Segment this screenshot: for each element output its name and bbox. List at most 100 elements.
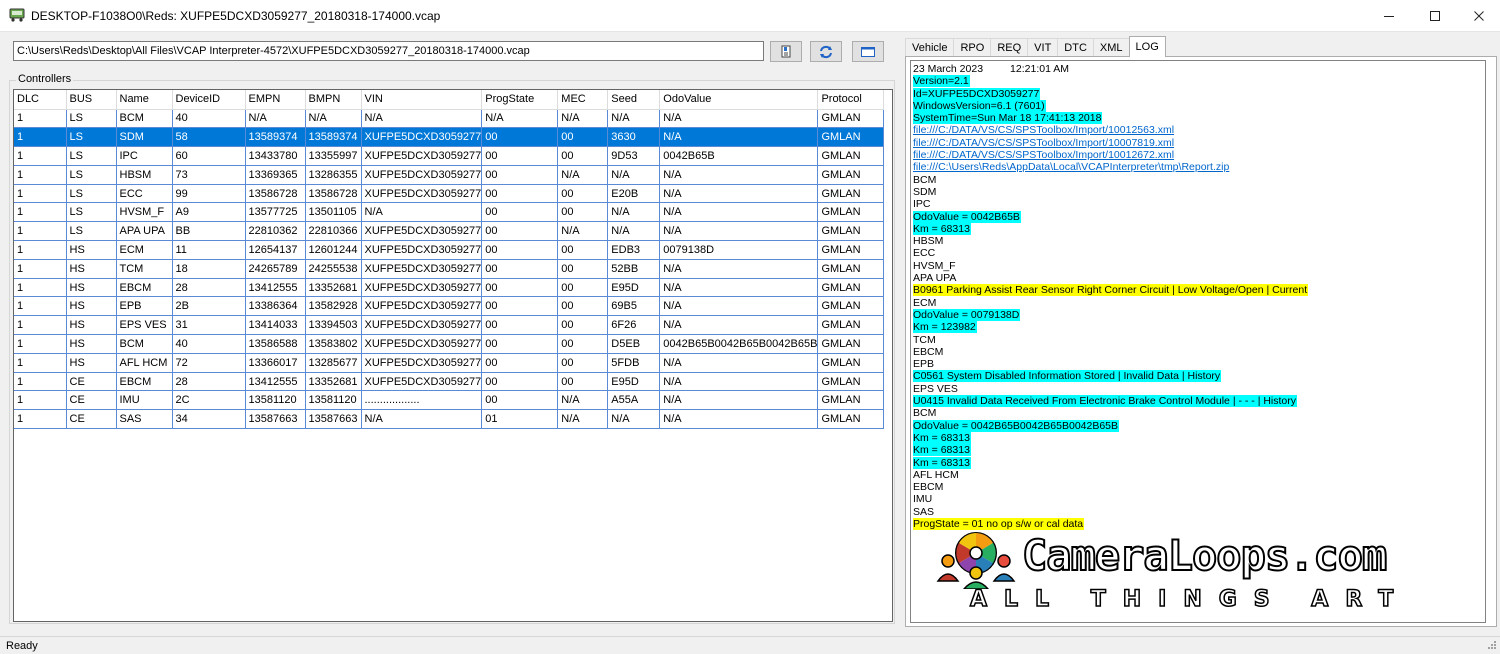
log-line[interactable]: file:///C:/DATA/VS/CS/SPSToolbox/Import/… — [913, 137, 1485, 149]
column-header-vin[interactable]: VIN — [361, 90, 483, 110]
log-line-text: BCM — [913, 407, 937, 420]
table-cell: 58 — [172, 127, 246, 148]
log-line[interactable]: file:///C:\Users\Reds\AppData\Local\VCAP… — [913, 161, 1485, 173]
table-cell: HS — [66, 240, 117, 260]
table-row[interactable]: 1 CE SAS 34 13587663 13587663 N/A 01 N/A N/A N/A GM… — [14, 409, 885, 430]
table-row[interactable]: 1 HS EBCM 28 13412555 13352681 XUFPE5DCXD30592… — [14, 278, 885, 298]
maximize-button[interactable] — [1412, 0, 1458, 32]
minimize-button[interactable] — [1366, 0, 1412, 32]
table-cell: N/A — [361, 409, 483, 430]
table-row[interactable]: 1 LS IPC 60 13433780 13355997 XUFPE5DCXD305927… — [14, 146, 885, 166]
table-cell: CE — [66, 409, 117, 430]
table-cell: HS — [66, 334, 117, 354]
close-button[interactable] — [1456, 0, 1500, 32]
table-cell: XUFPE5DCXD3059277 — [361, 146, 483, 166]
window-title: DESKTOP-F1038O0\Reds: XUFPE5DCXD3059277_… — [31, 9, 441, 23]
tab-req[interactable]: REQ — [990, 38, 1029, 57]
tab-rpo[interactable]: RPO — [953, 38, 992, 57]
column-header-bus[interactable]: BUS — [66, 90, 117, 110]
column-header-name[interactable]: Name — [116, 90, 173, 110]
table-cell: 13352681 — [305, 278, 362, 298]
table-cell: A55A — [607, 390, 661, 411]
log-line: HBSM — [913, 235, 1485, 247]
log-line[interactable]: file:///C:/DATA/VS/CS/SPSToolbox/Import/… — [913, 149, 1485, 161]
title-bar: DESKTOP-F1038O0\Reds: XUFPE5DCXD3059277_… — [0, 0, 1500, 32]
log-line[interactable]: file:///C:/DATA/VS/CS/SPSToolbox/Import/… — [913, 124, 1485, 136]
log-line-text: HBSM — [913, 235, 944, 248]
table-row[interactable]: 1 CE EBCM 28 13412555 13352681 XUFPE5DCXD30592… — [14, 372, 885, 392]
table-cell: N/A — [659, 184, 819, 204]
log-line-text: ECC — [913, 247, 936, 260]
open-file-button[interactable] — [770, 41, 802, 62]
table-row[interactable]: 1 HS TCM 18 24265789 24255538 XUFPE5DCXD305927… — [14, 259, 885, 279]
panel-icon — [861, 46, 875, 57]
column-header-progstate[interactable]: ProgState — [481, 90, 559, 110]
table-cell: 13286355 — [305, 165, 362, 185]
table-cell: N/A — [361, 109, 483, 129]
log-line: U0415 Invalid Data Received From Electro… — [913, 395, 1485, 408]
tab-log[interactable]: LOG — [1128, 36, 1166, 57]
column-header-seed[interactable]: Seed — [607, 90, 661, 110]
resize-grip-icon[interactable] — [1485, 640, 1497, 652]
table-cell: N/A — [659, 278, 819, 298]
table-cell: 1 — [14, 221, 67, 242]
column-header-empn[interactable]: EMPN — [245, 90, 306, 110]
table-cell: GMLAN — [817, 390, 885, 411]
table-cell: 9D53 — [607, 146, 661, 166]
column-header-bmpn[interactable]: BMPN — [305, 90, 362, 110]
tab-dtc[interactable]: DTC — [1057, 38, 1094, 57]
table-row[interactable]: 1 HS EPS VES 31 13414033 13394503 XUFPE5DCXD30… — [14, 315, 885, 336]
table-cell: BB — [172, 221, 246, 242]
table-row[interactable]: 1 HS BCM 40 13586588 13583802 XUFPE5DCXD305927… — [14, 334, 885, 354]
table-header-row: DLC BUS Name DeviceID EMPN BMPN VIN ProgState ME… — [14, 90, 885, 110]
column-header-mec[interactable]: MEC — [557, 90, 609, 110]
tab-vit[interactable]: VIT — [1027, 38, 1059, 57]
column-header-protocol[interactable]: Protocol — [817, 90, 885, 110]
log-line-text: HVSM_F — [913, 259, 956, 272]
controllers-grid[interactable]: DLC BUS Name DeviceID EMPN BMPN VIN ProgState ME… — [13, 89, 893, 622]
table-row[interactable]: 1 LS HBSM 73 13369365 13286355 XUFPE5DCXD30592… — [14, 165, 885, 185]
table-cell: N/A — [557, 109, 609, 129]
refresh-button[interactable] — [810, 41, 842, 62]
table-cell: N/A — [659, 372, 819, 392]
table-cell: N/A — [659, 390, 819, 411]
log-line: Km = 123982 — [913, 321, 1485, 334]
table-cell: 00 — [557, 278, 609, 298]
table-cell: 00 — [557, 296, 609, 317]
table-row[interactable]: 1 HS ECM 11 12654137 12601244 XUFPE5DCXD305927… — [14, 240, 885, 260]
table-row[interactable]: 1 HS EPB 2B 13386364 13582928 XUFPE5DCXD305927… — [14, 296, 885, 317]
table-row[interactable]: 1 LS HVSM_F A9 13577725 13501105 N/A 00 00 N/A N/A… — [14, 202, 885, 223]
table-cell: BCM — [116, 334, 173, 354]
table-cell: E95D — [607, 278, 661, 298]
panel-button[interactable] — [852, 41, 884, 62]
table-cell: HS — [66, 259, 117, 279]
table-row[interactable]: 1 LS ECC 99 13586728 13586728 XUFPE5DCXD305927… — [14, 184, 885, 204]
table-cell: 1 — [14, 353, 67, 373]
column-header-odovalue[interactable]: OdoValue — [659, 90, 819, 110]
tab-xml[interactable]: XML — [1092, 38, 1130, 57]
log-date: 23 March 2023 — [913, 63, 984, 75]
table-cell: 40 — [172, 109, 246, 129]
log-line-text: file:///C:/DATA/VS/CS/SPSToolbox/Import/… — [913, 124, 1175, 137]
file-path-input[interactable]: C:\Users\Reds\Desktop\All Files\VCAP Int… — [13, 41, 764, 61]
column-header-dlc[interactable]: DLC — [14, 90, 67, 110]
watermark-subtitle: ALL THINGS ART — [969, 586, 1411, 613]
table-row[interactable]: 1 LS SDM 58 13589374 13589374 XUFPE5DCXD305927… — [14, 127, 885, 148]
table-row[interactable]: 1 LS APA UPA BB 22810362 22810366 XUFPE5DCXD30… — [14, 221, 885, 242]
table-cell: XUFPE5DCXD3059277 — [361, 127, 483, 148]
table-cell: 60 — [172, 146, 246, 166]
tab-vehicle[interactable]: Vehicle — [905, 38, 955, 57]
table-row[interactable]: 1 CE IMU 2C 13581120 13581120................… — [14, 390, 885, 411]
table-cell: CE — [66, 390, 117, 411]
column-header-deviceid[interactable]: DeviceID — [172, 90, 246, 110]
table-cell: LS — [66, 202, 117, 223]
table-cell: HS — [66, 353, 117, 373]
table-row[interactable]: 1 LS BCM 40 N/A N/A N/A N/A N/A N/A N/A GMLAN — [14, 109, 885, 129]
table-row[interactable]: 1 HS AFL HCM 72 13366017 13285677 XUFPE5DCXD30… — [14, 353, 885, 373]
table-cell: 00 — [557, 372, 609, 392]
table-cell: 13355997 — [305, 146, 362, 166]
table-cell: 00 — [481, 146, 559, 166]
table-cell: 13352681 — [305, 372, 362, 392]
table-cell: 1 — [14, 240, 67, 260]
log-line-text: WindowsVersion=6.1 (7601) — [913, 99, 1046, 112]
